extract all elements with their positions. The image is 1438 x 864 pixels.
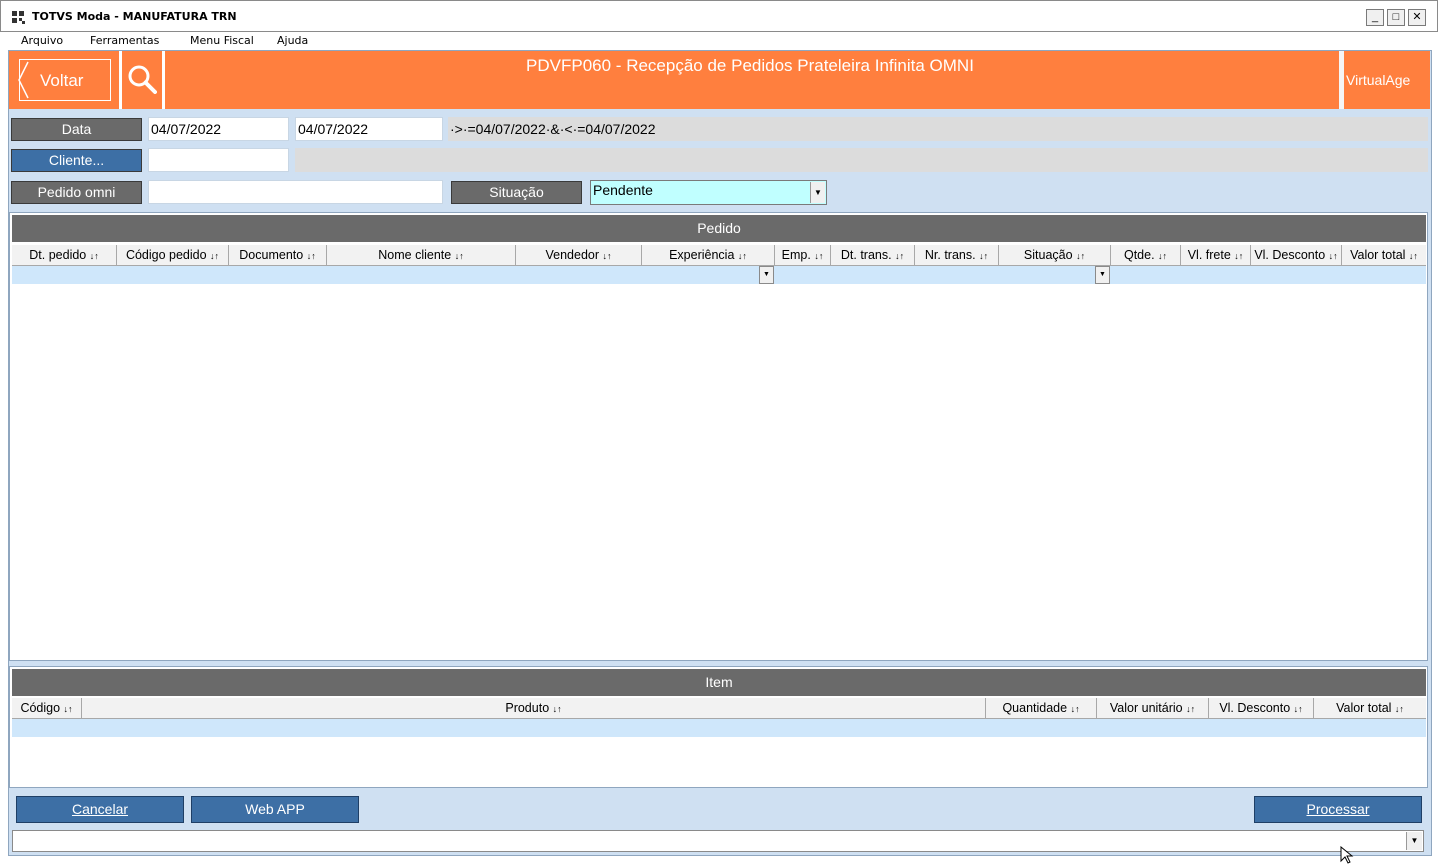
cliente-input[interactable] [148, 148, 289, 172]
cancel-button[interactable]: Cancelar [16, 796, 184, 823]
menu-fiscal[interactable]: Menu Fiscal [190, 34, 254, 47]
pedido-filter-row[interactable] [12, 266, 1426, 284]
col-vl-frete[interactable]: Vl. frete ↓↑ [1181, 245, 1251, 266]
menu-arquivo[interactable]: Arquivo [21, 34, 63, 47]
col-nome-cliente[interactable]: Nome cliente ↓↑ [327, 245, 516, 266]
col-valor-total[interactable]: Valor total ↓↑ [1342, 245, 1426, 266]
menu-ajuda[interactable]: Ajuda [277, 34, 308, 47]
dropdown-arrow-icon[interactable]: ▼ [1406, 832, 1422, 850]
col-vl-desconto[interactable]: Vl. Desconto ↓↑ [1251, 245, 1342, 266]
col-vendedor[interactable]: Vendedor ↓↑ [516, 245, 642, 266]
col-dt-trans[interactable]: Dt. trans. ↓↑ [831, 245, 915, 266]
webapp-button[interactable]: Web APP [191, 796, 359, 823]
header-separator [1339, 51, 1344, 109]
dropdown-arrow-icon[interactable]: ▼ [810, 182, 825, 203]
pedido-omni-label: Pedido omni [11, 181, 142, 204]
process-button-label: Processar [1306, 801, 1370, 817]
close-button[interactable]: ✕ [1408, 9, 1426, 26]
mouse-cursor-icon [1340, 846, 1354, 864]
cancel-button-label: Cancelar [71, 801, 129, 817]
dropdown-arrow-icon[interactable]: ▼ [759, 266, 774, 284]
app-icon[interactable] [12, 11, 26, 25]
header-separator [162, 51, 165, 109]
brand-label[interactable]: VirtualAge [1346, 72, 1410, 88]
window-title: TOTVS Moda - MANUFATURA TRN [32, 10, 237, 23]
cliente-lookup-button[interactable]: Cliente... [11, 149, 142, 172]
col-dt-pedido[interactable]: Dt. pedido ↓↑ [12, 245, 117, 266]
col-qtde[interactable]: Qtde. ↓↑ [1111, 245, 1181, 266]
process-button[interactable]: Processar [1254, 796, 1422, 823]
date-expression: ·>·=04/07/2022·&·<·=04/07/2022 [448, 117, 1428, 141]
data-label[interactable]: Data [11, 118, 142, 141]
dropdown-arrow-icon[interactable]: ▼ [1095, 266, 1110, 284]
col-produto[interactable]: Produto ↓↑ [82, 698, 986, 719]
date-to-input[interactable]: 04/07/2022 [295, 117, 443, 141]
col-codigo[interactable]: Código ↓↑ [12, 698, 82, 719]
col-situacao[interactable]: Situação ↓↑ [999, 245, 1111, 266]
date-from-input[interactable]: 04/07/2022 [148, 117, 289, 141]
pedido-section-title: Pedido [12, 215, 1426, 242]
item-filter-row[interactable] [12, 719, 1426, 737]
item-section-title: Item [12, 669, 1426, 696]
situacao-label: Situação [451, 181, 582, 204]
chevron-left-icon [18, 61, 29, 99]
header-separator [119, 51, 122, 109]
col-quantidade[interactable]: Quantidade ↓↑ [986, 698, 1097, 719]
status-select[interactable] [12, 830, 1424, 852]
cliente-name-display [295, 148, 1428, 172]
pedido-omni-input[interactable] [148, 180, 443, 204]
search-icon[interactable] [127, 64, 157, 94]
col-item-valor-total[interactable]: Valor total ↓↑ [1314, 698, 1426, 719]
col-documento[interactable]: Documento ↓↑ [229, 245, 327, 266]
col-nr-trans[interactable]: Nr. trans. ↓↑ [915, 245, 999, 266]
col-experiencia[interactable]: Experiência ↓↑ [642, 245, 775, 266]
form-title: PDVFP060 - Recepção de Pedidos Prateleir… [526, 56, 974, 75]
col-emp[interactable]: Emp. ↓↑ [775, 245, 831, 266]
col-item-vl-desconto[interactable]: Vl. Desconto ↓↑ [1209, 698, 1314, 719]
back-button-label: Voltar [40, 71, 84, 90]
col-valor-unitario[interactable]: Valor unitário ↓↑ [1097, 698, 1209, 719]
col-codigo-pedido[interactable]: Código pedido ↓↑ [117, 245, 229, 266]
situacao-select[interactable]: Pendente [590, 180, 827, 205]
maximize-button[interactable]: □ [1387, 9, 1405, 26]
minimize-button[interactable]: _ [1366, 9, 1384, 26]
menu-ferramentas[interactable]: Ferramentas [90, 34, 159, 47]
